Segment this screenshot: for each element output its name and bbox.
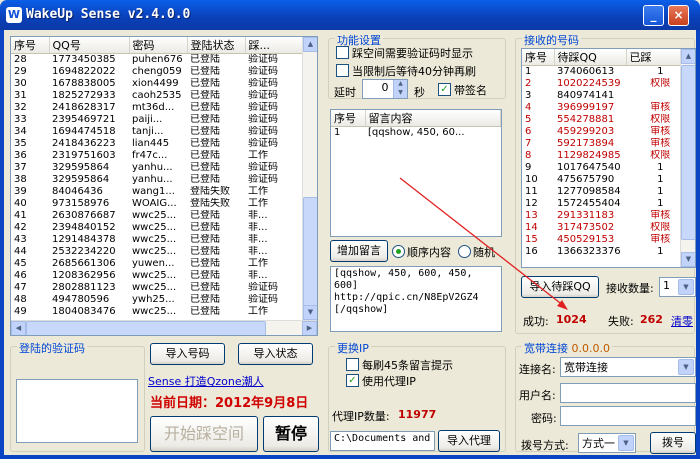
- arrow-line: [399, 177, 565, 307]
- annotation-arrow: [399, 177, 568, 310]
